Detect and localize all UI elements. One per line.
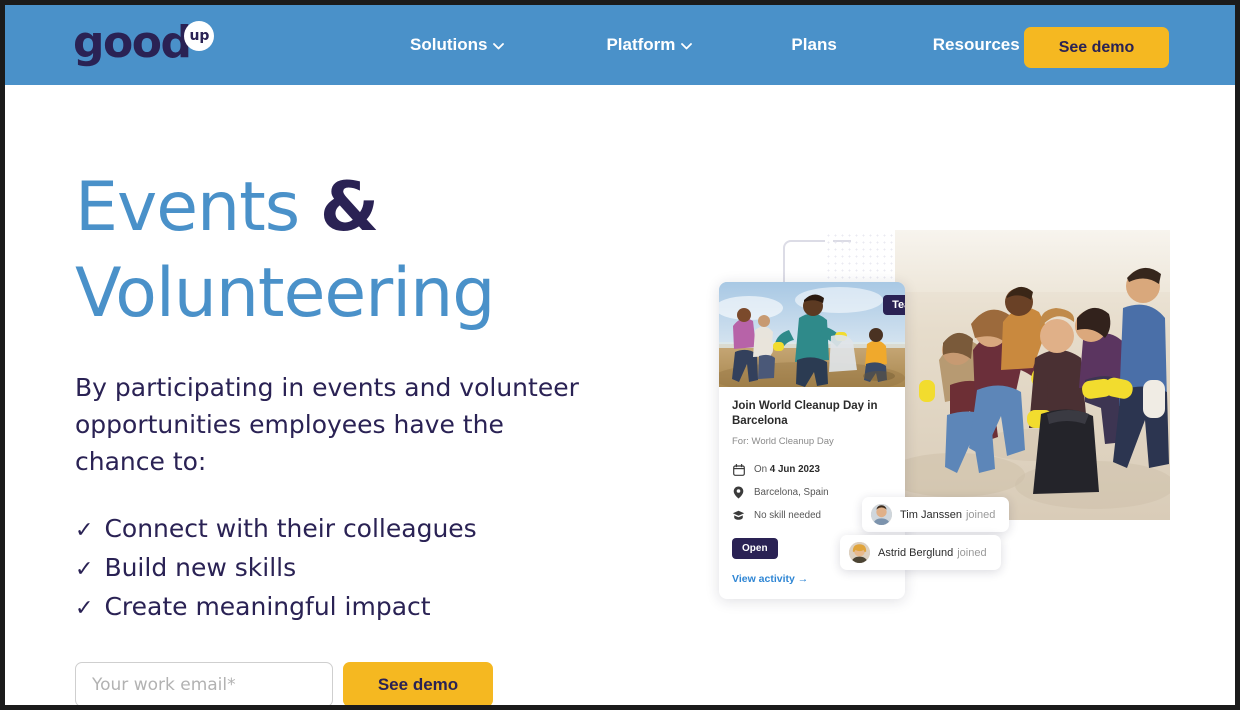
page-title: Events & Volunteering <box>75 165 615 337</box>
signup-form: See demo <box>75 662 615 705</box>
benefit-list: ✓ Connect with their colleagues ✓ Build … <box>75 510 615 627</box>
notification-pill: Astrid Berglund joined <box>840 535 1001 570</box>
list-item: ✓ Build new skills <box>75 549 615 588</box>
nav-label-solutions: Solutions <box>410 35 488 54</box>
activity-date-row: On 4 Jun 2023 <box>732 463 892 476</box>
list-item: ✓ Create meaningful impact <box>75 588 615 627</box>
activity-card-photo: Team <box>719 282 905 387</box>
nav-item-solutions[interactable]: Solutions <box>410 35 505 55</box>
logo-badge-label: up <box>189 28 210 44</box>
check-icon: ✓ <box>75 518 94 543</box>
nav-item-platform[interactable]: Platform <box>606 35 693 55</box>
logo-up-badge: up <box>184 21 215 51</box>
nav-item-plans[interactable]: Plans <box>791 35 836 55</box>
location-pin-icon <box>732 486 745 499</box>
benefit-label: Build new skills <box>104 553 297 582</box>
benefit-label: Create meaningful impact <box>104 592 431 621</box>
avatar <box>849 542 870 563</box>
benefit-label: Connect with their colleagues <box>104 514 477 543</box>
hero-visual: Team <box>695 220 1195 620</box>
avatar <box>871 504 892 525</box>
nav-item-resources[interactable]: Resources <box>933 35 1037 55</box>
logo-wordmark: good <box>73 17 192 68</box>
status-badge: Open <box>732 538 778 559</box>
header-see-demo-button[interactable]: See demo <box>1024 27 1169 68</box>
page-frame: good up Solutions Platform Plans Resourc… <box>5 5 1235 705</box>
form-see-demo-button[interactable]: See demo <box>343 662 493 705</box>
check-icon: ✓ <box>75 557 94 582</box>
notification-text: Tim Janssen joined <box>900 508 996 521</box>
skill-icon <box>732 509 745 522</box>
chevron-down-icon <box>681 42 693 50</box>
team-badge: Team <box>883 295 905 315</box>
list-item: ✓ Connect with their colleagues <box>75 510 615 549</box>
notification-text: Astrid Berglund joined <box>878 546 987 559</box>
nav-label-resources: Resources <box>932 35 1020 54</box>
activity-date-text: On 4 Jun 2023 <box>754 464 820 475</box>
view-activity-link[interactable]: View activity → <box>732 573 892 585</box>
nav-label-platform: Platform <box>606 35 676 54</box>
site-logo[interactable]: good up <box>73 17 215 68</box>
nav-label-plans: Plans <box>791 35 837 54</box>
check-icon: ✓ <box>75 596 94 621</box>
notification-pill: Tim Janssen joined <box>862 497 1010 532</box>
activity-skill-text: No skill needed <box>754 510 821 521</box>
main-navigation: Solutions Platform Plans Resources <box>410 5 1037 85</box>
activity-for-label: For: World Cleanup Day <box>732 436 834 447</box>
hero-subtitle: By participating in events and volunteer… <box>75 373 579 476</box>
hero-content: Events & Volunteering By participating i… <box>75 165 615 705</box>
activity-location-text: Barcelona, Spain <box>754 487 829 498</box>
beach-cleanup-photo <box>895 230 1170 520</box>
activity-title: Join World Cleanup Day in Barcelona <box>732 400 878 427</box>
ghost-card-outline <box>783 240 825 282</box>
hero-title-line1: Events <box>75 168 320 247</box>
work-email-input[interactable] <box>75 662 333 705</box>
hero-title-line2: Volunteering <box>75 254 495 333</box>
chevron-down-icon <box>493 42 505 50</box>
calendar-icon <box>732 463 745 476</box>
hero-title-ampersand: & <box>319 168 379 247</box>
site-header: good up Solutions Platform Plans Resourc… <box>5 5 1235 85</box>
